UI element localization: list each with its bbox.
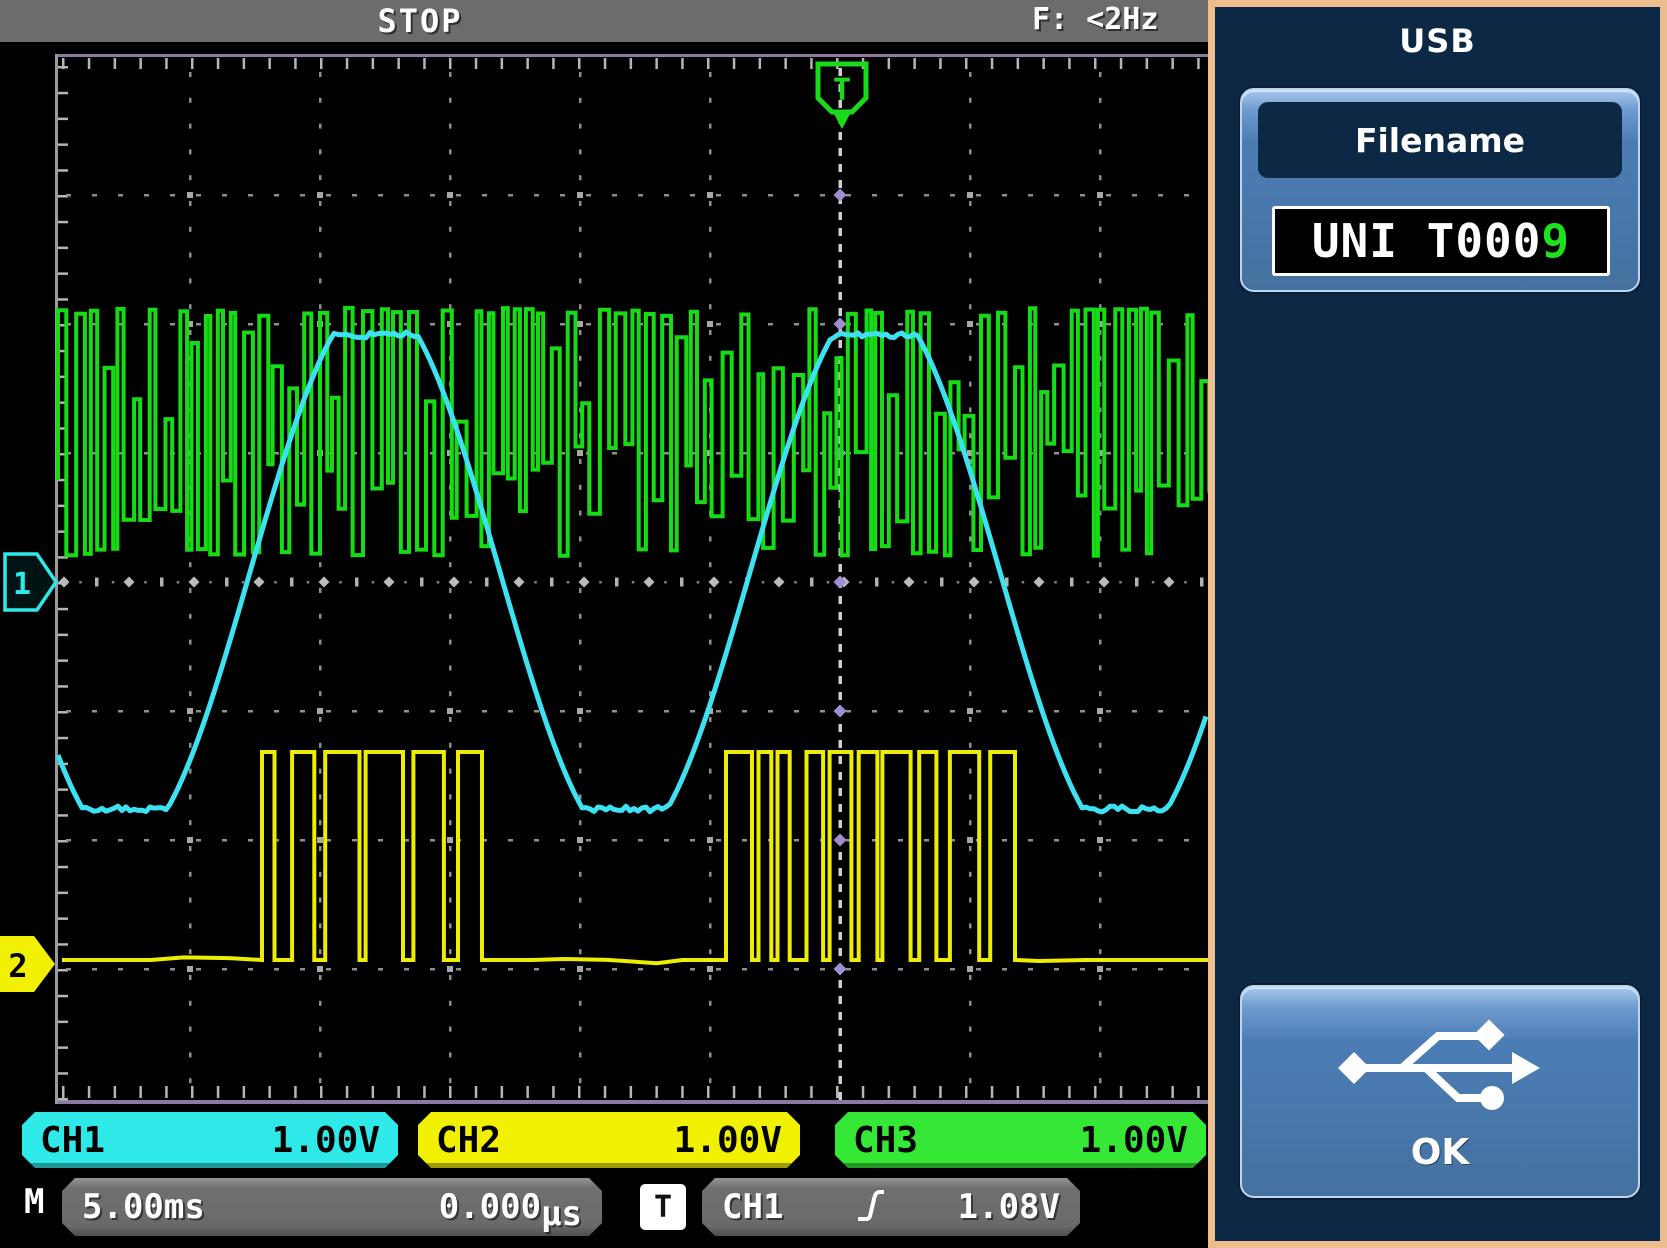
ch1-marker-digit: 1 <box>13 567 31 602</box>
ok-button[interactable]: OK <box>1240 985 1640 1198</box>
trigger-badge-icon: T <box>640 1184 686 1230</box>
top-status-bar: STOP F: <2Hz <box>0 0 1208 42</box>
timebase-badge: 5.00ms 0.000μs <box>62 1178 602 1236</box>
ch1-scale-badge: CH1 1.00V <box>22 1112 398 1168</box>
trigger-source: CH1 <box>722 1187 783 1227</box>
filename-input[interactable]: UNI T0009 <box>1272 206 1610 276</box>
horizontal-delay: 0.000μs <box>439 1187 582 1227</box>
menu-title: USB <box>1208 22 1667 60</box>
ch3-badge-name: CH3 <box>853 1120 918 1161</box>
trigger-info-badge: CH1 1.08V <box>702 1178 1080 1236</box>
ch2-marker-digit: 2 <box>8 947 27 985</box>
main-timebase-label: M <box>24 1182 44 1222</box>
rising-edge-icon <box>856 1185 886 1230</box>
trigger-level: 1.08V <box>958 1187 1060 1227</box>
ch2-badge-name: CH2 <box>436 1120 501 1161</box>
ch1-badge-scale: 1.00V <box>272 1120 380 1161</box>
ch3-scale-badge: CH3 1.00V <box>835 1112 1206 1168</box>
ok-button-label: OK <box>1411 1132 1470 1173</box>
graticule-grid <box>55 54 1208 1104</box>
ch1-badge-name: CH1 <box>40 1120 105 1161</box>
ch1-position-marker: 1 <box>5 554 56 610</box>
trigger-position-marker: T <box>818 64 866 129</box>
ch2-trace <box>62 752 1208 963</box>
ch3-trace <box>58 308 1208 556</box>
trigger-marker-letter: T <box>833 73 851 108</box>
filename-cursor-char: 9 <box>1541 214 1570 268</box>
ch2-position-marker: 2 <box>0 936 55 992</box>
ch2-scale-badge: CH2 1.00V <box>418 1112 800 1168</box>
acquisition-status: STOP <box>340 2 500 40</box>
ch2-badge-scale: 1.00V <box>674 1120 782 1161</box>
filename-button-label: Filename <box>1258 102 1622 178</box>
ch3-badge-scale: 1.00V <box>1080 1120 1188 1161</box>
usb-trident-icon <box>1330 1010 1550 1124</box>
waveform-display: T 1 2 <box>0 0 1208 1248</box>
timebase-scale: 5.00ms <box>82 1187 205 1227</box>
filename-value: UNI T000 <box>1312 214 1542 268</box>
